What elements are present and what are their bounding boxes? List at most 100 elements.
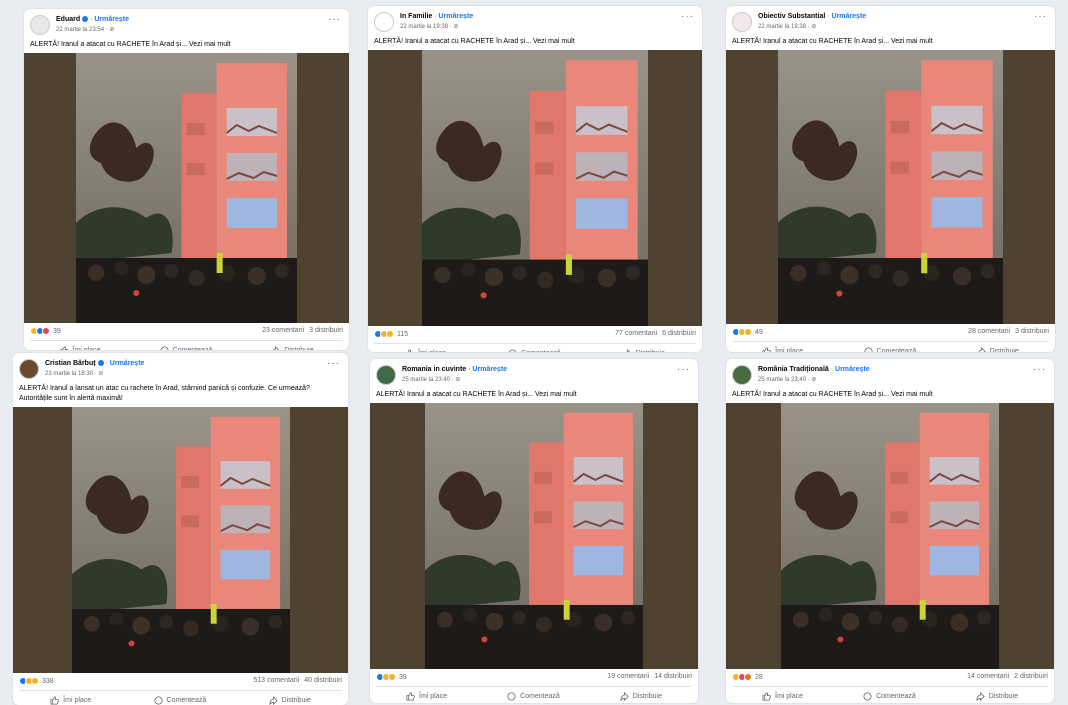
avatar[interactable] xyxy=(732,12,752,32)
globe-icon: ⊘ xyxy=(811,24,817,30)
comments-count[interactable]: 19 comentarii xyxy=(607,673,649,680)
thumbs-up-icon xyxy=(405,348,414,352)
reactions-summary[interactable]: 49 xyxy=(732,328,763,336)
share-button[interactable]: Distribuie xyxy=(271,343,313,350)
shares-count[interactable]: 14 distribuiri xyxy=(654,673,692,680)
post-card: Cristian Bărbuț · Urmărește 23 martie la… xyxy=(13,353,348,705)
author-name[interactable]: Romania in cuvinte xyxy=(402,366,466,373)
more-options-button[interactable]: ··· xyxy=(327,359,340,369)
like-button[interactable]: Îmi place xyxy=(406,689,447,703)
comments-count[interactable]: 28 comentarii xyxy=(968,328,1010,335)
author-name[interactable]: In Familie xyxy=(400,13,432,20)
like-button[interactable]: Îmi place xyxy=(405,346,446,352)
comment-button[interactable]: Comentează xyxy=(507,689,560,703)
reactions-summary[interactable]: 115 xyxy=(374,330,408,338)
avatar[interactable] xyxy=(374,12,394,32)
post-text: ALERTĂ! Iranul a atacat cu RACHETE în Ar… xyxy=(30,41,231,48)
thumbs-up-icon xyxy=(50,695,59,705)
post-text: ALERTĂ! Iranul a atacat cu RACHETE în Ar… xyxy=(374,38,575,45)
comment-button[interactable]: Comentează xyxy=(508,346,561,352)
comments-count[interactable]: 77 comentarii xyxy=(615,330,657,337)
reactions-count: 39 xyxy=(53,327,61,335)
post-text: ALERTĂ! Iranul a atacat cu RACHETE în Ar… xyxy=(732,38,933,45)
action-bar: Îmi place Comentează Distribuie xyxy=(19,693,342,705)
comments-count[interactable]: 513 comentarii xyxy=(253,677,299,684)
post-header: Obiectiv Substantial · Urmărește 22 mart… xyxy=(732,12,1049,34)
comment-button[interactable]: Comentează xyxy=(864,344,916,352)
thumbs-up-icon xyxy=(60,345,69,350)
follow-button[interactable]: Urmărește xyxy=(835,366,870,373)
like-button[interactable]: Îmi place xyxy=(50,693,91,705)
author-name[interactable]: Cristian Bărbuț xyxy=(45,360,96,367)
reactions-summary[interactable]: 39 xyxy=(376,673,407,681)
comment-icon xyxy=(508,348,517,352)
reactions-summary[interactable]: 39 xyxy=(30,327,61,335)
like-button[interactable]: Îmi place xyxy=(762,344,803,352)
post-photo[interactable] xyxy=(726,50,1055,324)
comment-button[interactable]: Comentează xyxy=(154,693,206,705)
post-photo[interactable] xyxy=(368,50,702,326)
share-button[interactable]: Distribuie xyxy=(976,689,1018,703)
post-date[interactable]: 22 martie la 19:38 · ⊘ xyxy=(758,23,816,30)
more-options-button[interactable]: ··· xyxy=(681,12,694,22)
post-photo[interactable] xyxy=(24,53,349,323)
avatar[interactable] xyxy=(732,365,752,385)
post-photo[interactable] xyxy=(726,403,1054,669)
like-button[interactable]: Îmi place xyxy=(762,689,803,703)
shares-count[interactable]: 2 distribuiri xyxy=(1014,673,1048,680)
more-options-button[interactable]: ··· xyxy=(1033,365,1046,375)
share-button[interactable]: Distribuie xyxy=(623,346,665,352)
action-bar: Îmi place Comentează Distribuie xyxy=(30,343,343,350)
post-stats: 338 513 comentarii 40 distribuiri xyxy=(19,676,342,688)
more-options-button[interactable]: ··· xyxy=(677,365,690,375)
share-icon xyxy=(620,691,629,701)
follow-button[interactable]: Urmărește xyxy=(110,360,145,367)
comment-label: Comentează xyxy=(172,346,213,351)
share-button[interactable]: Distribuie xyxy=(977,344,1019,352)
more-options-button[interactable]: ··· xyxy=(328,15,341,25)
shares-count[interactable]: 3 distribuiri xyxy=(1015,328,1049,335)
shares-count[interactable]: 3 distribuiri xyxy=(309,327,343,334)
share-button[interactable]: Distribuie xyxy=(620,689,662,703)
post-date-text: 25 martie la 23:40 xyxy=(402,377,451,383)
post-photo[interactable] xyxy=(370,403,698,669)
comment-button[interactable]: Comentează xyxy=(863,689,916,703)
avatar[interactable] xyxy=(19,359,39,379)
globe-icon: ⊘ xyxy=(455,377,461,383)
post-header: Cristian Bărbuț · Urmărește 23 martie la… xyxy=(19,359,342,381)
post-photo[interactable] xyxy=(13,407,348,673)
shares-count[interactable]: 6 distribuiri xyxy=(662,330,696,337)
share-label: Distribuie xyxy=(281,696,311,704)
photo-frame xyxy=(76,53,297,323)
post-date-text: 23 martie la 18:30 xyxy=(45,371,94,377)
author-name[interactable]: Obiectiv Substantial xyxy=(758,13,825,20)
divider xyxy=(374,343,696,344)
follow-button[interactable]: Urmărește xyxy=(472,366,507,373)
divider xyxy=(376,686,692,687)
post-date[interactable]: 25 martie la 23:40 · ⊘ xyxy=(758,376,816,383)
avatar[interactable] xyxy=(30,15,50,35)
reactions-summary[interactable]: 28 xyxy=(732,673,763,681)
follow-button[interactable]: Urmărește xyxy=(94,16,129,23)
more-options-button[interactable]: ··· xyxy=(1034,12,1047,22)
post-date[interactable]: 22 martie la 19:38 · ⊘ xyxy=(400,23,458,30)
comment-button[interactable]: Comentează xyxy=(160,343,213,351)
engagement-counts: 23 comentarii 3 distribuiri xyxy=(257,327,343,334)
share-button[interactable]: Distribuie xyxy=(269,693,311,705)
comments-count[interactable]: 23 comentarii xyxy=(262,327,304,334)
post-date[interactable]: 22 martie la 23:54 · ⊘ xyxy=(56,26,114,33)
avatar[interactable] xyxy=(376,365,396,385)
reactions-summary[interactable]: 338 xyxy=(19,677,54,685)
shares-count[interactable]: 40 distribuiri xyxy=(304,677,342,684)
follow-button[interactable]: Urmărește xyxy=(832,13,867,20)
divider xyxy=(30,340,343,341)
like-button[interactable]: Îmi place xyxy=(60,343,101,350)
divider xyxy=(732,686,1048,687)
comments-count[interactable]: 14 comentarii xyxy=(967,673,1009,680)
author-name[interactable]: România Tradițională xyxy=(758,366,829,373)
reactions-count: 28 xyxy=(755,673,763,681)
author-name[interactable]: Eduard xyxy=(56,16,80,23)
post-date[interactable]: 25 martie la 23:40 · ⊘ xyxy=(402,376,460,383)
follow-button[interactable]: Urmărește xyxy=(439,13,474,20)
post-date[interactable]: 23 martie la 18:30 · ⊘ xyxy=(45,370,103,377)
